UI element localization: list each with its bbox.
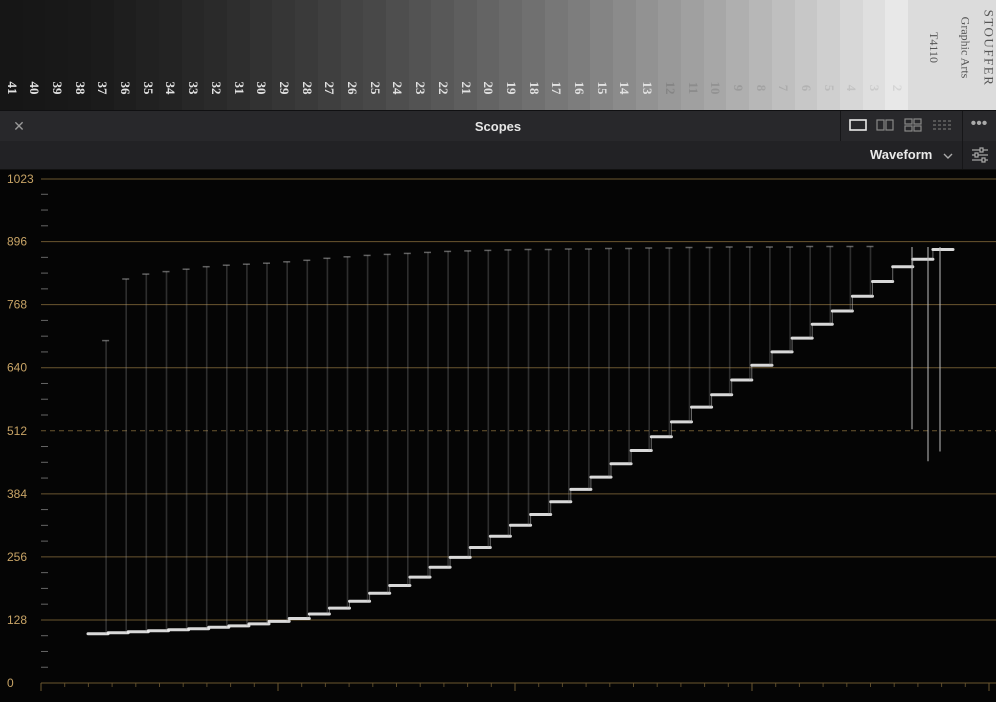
y-tick-label: 512 — [7, 424, 27, 438]
step-number: 27 — [322, 81, 338, 95]
y-tick-label: 768 — [7, 298, 27, 312]
step-number: 19 — [503, 81, 519, 95]
y-tick-label: 0 — [7, 676, 14, 690]
step-number: 23 — [413, 81, 429, 95]
step-number: 24 — [390, 81, 406, 95]
single-view-icon[interactable] — [848, 117, 870, 133]
toolbar-divider — [962, 141, 963, 169]
step-number: 25 — [367, 81, 383, 95]
quad-view-icon[interactable] — [903, 117, 925, 133]
step-number: 21 — [458, 81, 474, 95]
waveform-scope: 1023 896 768 640 512 384 256 128 0 — [7, 172, 996, 691]
step-number: 40 — [27, 81, 43, 95]
header-divider — [840, 111, 841, 141]
y-tick-label: 1023 — [7, 172, 34, 186]
step-number: 5 — [821, 84, 837, 92]
step-number: 20 — [481, 81, 497, 95]
y-tick-label: 256 — [7, 550, 27, 564]
step-number: 36 — [118, 81, 133, 95]
step-number: 18 — [526, 81, 542, 95]
step-number: 10 — [708, 81, 724, 95]
scope-mode-dropdown[interactable]: Waveform — [870, 147, 954, 162]
more-icon[interactable]: ••• — [967, 115, 991, 135]
y-tick-label: 640 — [7, 361, 27, 375]
step-number: 6 — [799, 84, 814, 92]
step-number: 11 — [685, 81, 701, 95]
y-tick-label: 896 — [7, 235, 27, 249]
brand-text: Graphic Arts — [958, 16, 973, 79]
y-tick-label: 384 — [7, 487, 27, 501]
y-tick-label: 128 — [7, 613, 27, 627]
step-number: 32 — [208, 81, 224, 95]
brand-text: STOUFFER — [981, 9, 996, 87]
chevron-down-icon — [943, 153, 953, 159]
step-number: 14 — [617, 81, 633, 95]
panel-title: Scopes — [474, 119, 522, 134]
step-number: 12 — [662, 81, 678, 95]
scopes-panel-header: ✕ Scopes ••• — [0, 110, 996, 142]
brand-text: T4110 — [926, 32, 941, 63]
step-number: 41 — [4, 81, 20, 95]
step-number: 7 — [776, 84, 792, 92]
grid-view-icon[interactable] — [931, 117, 953, 133]
step-wedge-chart: 41 40 39 38 37 36 35 34 33 32 31 30 29 28 27 26 25 24 23 22… — [0, 0, 996, 110]
step-number: 13 — [640, 81, 656, 95]
step-number: 15 — [594, 81, 610, 95]
close-icon[interactable]: ✕ — [10, 117, 28, 135]
step-number: 4 — [844, 84, 860, 92]
step-number: 35 — [140, 81, 156, 95]
step-number: 9 — [730, 84, 746, 92]
step-number: 16 — [572, 81, 587, 95]
step-number: 34 — [163, 81, 179, 95]
scope-toolbar: Waveform — [0, 141, 996, 170]
step-number: 38 — [72, 81, 88, 95]
scope-mode-label: Waveform — [870, 147, 933, 162]
step-number: 29 — [276, 81, 292, 95]
step-number: 17 — [549, 81, 565, 95]
sliders-icon[interactable] — [970, 146, 990, 164]
dual-view-icon[interactable] — [875, 117, 897, 133]
step-number: 2 — [889, 84, 905, 92]
step-number: 39 — [49, 81, 65, 95]
step-number: 30 — [254, 81, 270, 95]
step-number: 8 — [753, 84, 769, 92]
step-number: 22 — [435, 81, 451, 95]
header-divider — [962, 111, 963, 141]
step-number: 28 — [299, 81, 315, 95]
step-number: 26 — [345, 81, 360, 95]
step-number: 31 — [231, 81, 247, 95]
step-number: 33 — [186, 81, 202, 95]
step-number: 3 — [867, 84, 883, 92]
step-number: 37 — [95, 81, 111, 95]
